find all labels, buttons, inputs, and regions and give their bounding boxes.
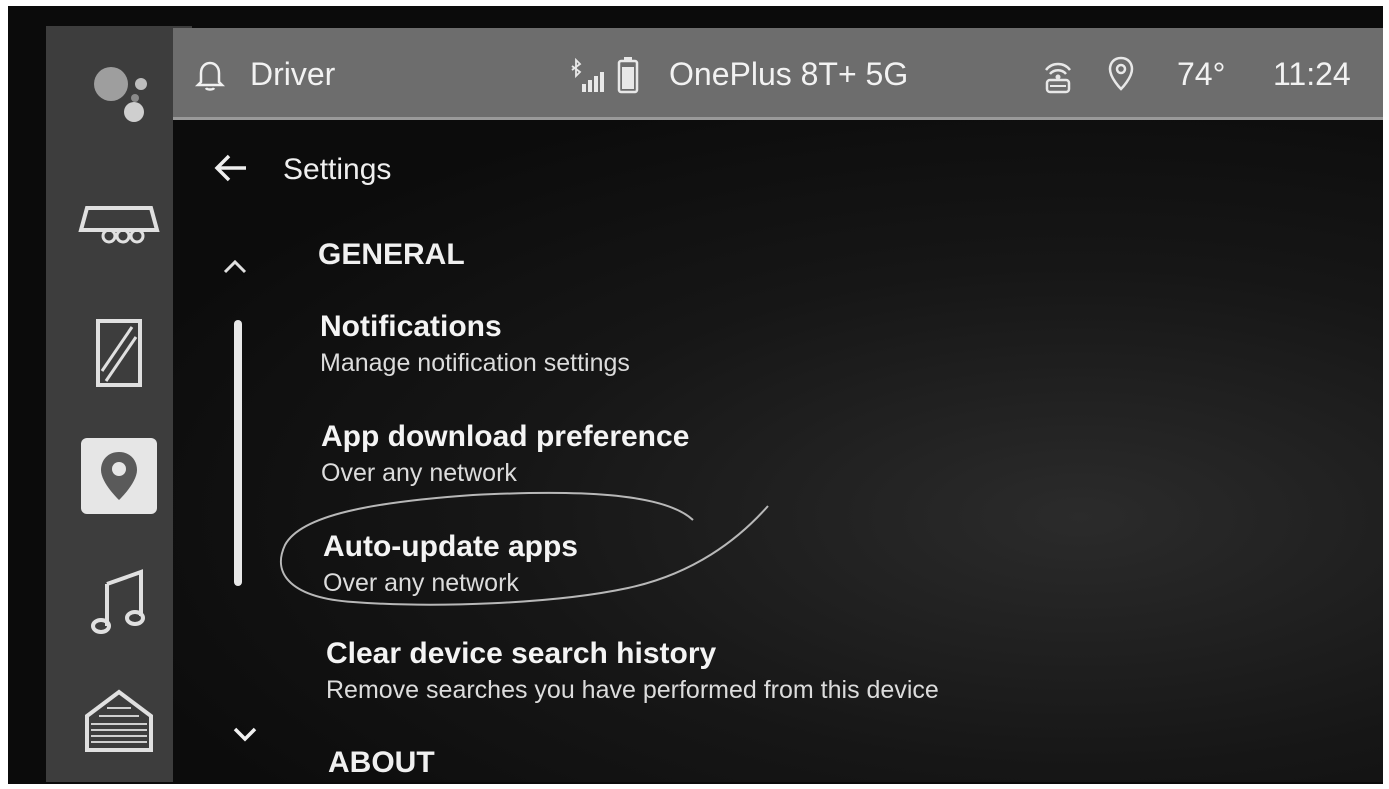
back-arrow-icon[interactable]	[213, 152, 249, 189]
bell-icon[interactable]	[193, 58, 227, 97]
scroll-down-icon[interactable]	[232, 725, 258, 748]
section-header-general: GENERAL	[318, 238, 465, 271]
profile-label[interactable]: Driver	[250, 54, 335, 94]
phone-app-icon[interactable]	[46, 308, 192, 398]
item-subtitle: Over any network	[323, 569, 519, 597]
battery-icon	[617, 56, 639, 99]
item-subtitle: Over any network	[321, 459, 517, 487]
item-subtitle: Manage notification settings	[320, 349, 630, 377]
status-bar: Driver OnePlus 8T+ 5G 74° 11:24	[173, 28, 1383, 120]
section-header-about[interactable]: ABOUT	[328, 744, 435, 782]
maps-icon[interactable]	[81, 438, 157, 514]
scrollbar[interactable]	[234, 320, 242, 586]
item-title: App download preference	[321, 420, 690, 453]
settings-item-notifications[interactable]: Notifications Manage notification settin…	[320, 308, 630, 380]
clock-time: 11:24	[1273, 56, 1351, 92]
photo-frame: Driver OnePlus 8T+ 5G 74° 11:24 Settings…	[0, 0, 1389, 789]
google-assistant-icon[interactable]	[46, 54, 192, 134]
temperature: 74°	[1177, 56, 1226, 92]
app-rail	[46, 26, 192, 782]
display-screen: Driver OnePlus 8T+ 5G 74° 11:24 Settings…	[8, 6, 1383, 784]
item-title: Notifications	[320, 310, 502, 343]
location-icon	[1107, 56, 1135, 97]
item-title: Clear device search history	[326, 637, 717, 670]
bluetooth-signal-icon	[568, 57, 614, 99]
item-title: Auto-update apps	[323, 530, 578, 563]
device-name[interactable]: OnePlus 8T+ 5G	[669, 54, 908, 94]
item-subtitle: Remove searches you have performed from …	[326, 676, 939, 704]
scroll-up-icon[interactable]	[222, 258, 248, 281]
settings-item-clear-search-history[interactable]: Clear device search history Remove searc…	[326, 635, 939, 707]
maps-icon-tile[interactable]	[46, 436, 192, 516]
home-icon[interactable]	[46, 681, 192, 761]
music-icon[interactable]	[46, 561, 192, 641]
page-title: Settings	[283, 153, 392, 186]
settings-panel: Settings GENERAL Notifications Manage no…	[173, 120, 1383, 782]
settings-item-app-download-preference[interactable]: App download preference Over any network	[321, 418, 689, 490]
vehicle-icon[interactable]	[46, 176, 192, 256]
settings-item-auto-update-apps[interactable]: Auto-update apps Over any network	[323, 528, 578, 600]
wifi-hotspot-icon	[1041, 56, 1075, 99]
